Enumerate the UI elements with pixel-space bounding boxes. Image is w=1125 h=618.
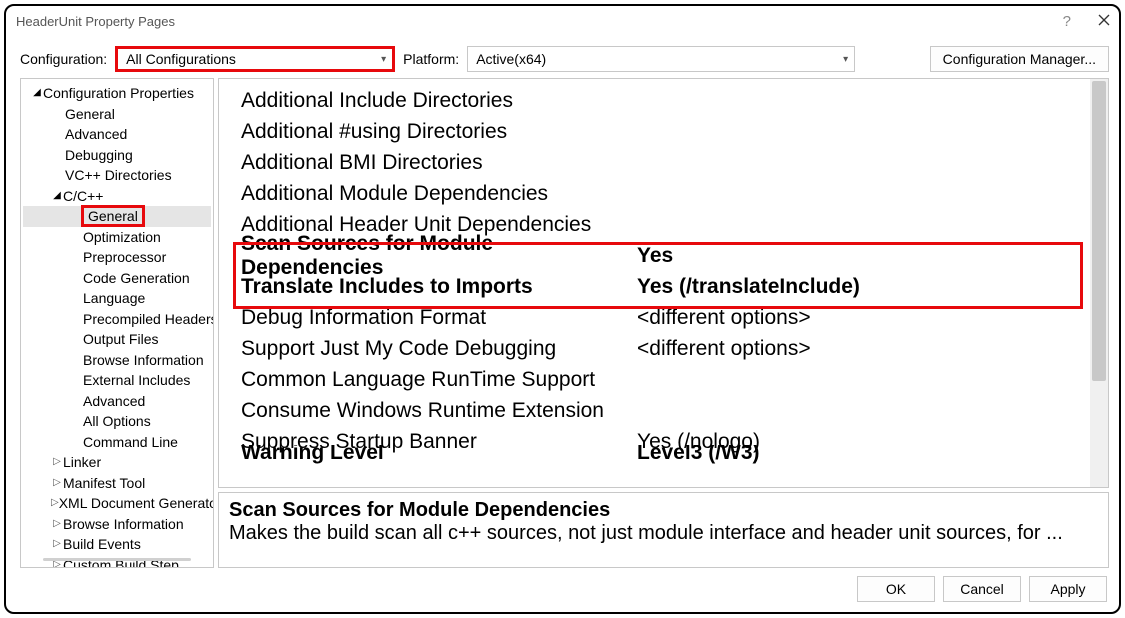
tree-item-all-options[interactable]: All Options [23, 411, 211, 432]
configuration-label: Configuration: [20, 51, 107, 67]
tree-item-browse-info[interactable]: Browse Information [23, 350, 211, 371]
property-row[interactable]: Support Just My Code Debugging<different… [219, 333, 1108, 364]
tree-item-preprocessor[interactable]: Preprocessor [23, 247, 211, 268]
tree-item-vcpp-dirs[interactable]: VC++ Directories [23, 165, 211, 186]
collapse-icon[interactable]: ◢ [51, 186, 63, 207]
expand-icon[interactable]: ▷ [51, 473, 63, 494]
tree-item-manifest[interactable]: ▷Manifest Tool [23, 473, 211, 494]
property-row[interactable]: Common Language RunTime Support [219, 364, 1108, 395]
tree-item-linker[interactable]: ▷Linker [23, 452, 211, 473]
help-icon[interactable]: ? [1063, 13, 1071, 30]
property-name: Additional Include Directories [241, 89, 637, 113]
property-row[interactable]: Additional Include Directories [219, 85, 1108, 116]
property-name: Support Just My Code Debugging [241, 337, 637, 361]
tree-panel: ◢ Configuration Properties General Advan… [20, 78, 214, 568]
property-value[interactable]: <different options> [637, 306, 1108, 330]
tree-item-command-line[interactable]: Command Line [23, 432, 211, 453]
collapse-icon[interactable]: ◢ [31, 83, 43, 104]
property-name: Debug Information Format [241, 306, 637, 330]
tree-item-general[interactable]: General [23, 104, 211, 125]
property-name: Warning Level [241, 445, 637, 465]
tree-label: Configuration Properties [43, 83, 194, 104]
ok-button[interactable]: OK [857, 576, 935, 602]
platform-value: Active(x64) [476, 51, 546, 67]
tree-item-optimization[interactable]: Optimization [23, 227, 211, 248]
tree-label: C/C++ [63, 186, 103, 207]
property-value[interactable]: Yes (/translateInclude) [637, 275, 1108, 299]
expand-icon[interactable]: ▷ [51, 534, 63, 555]
platform-label: Platform: [403, 51, 459, 67]
toolbar: Configuration: All Configurations ▾ Plat… [6, 36, 1119, 78]
tree-item-precompiled[interactable]: Precompiled Headers [23, 309, 211, 330]
tree-item-custom-build[interactable]: ▷Custom Build Step [23, 555, 211, 569]
close-icon[interactable] [1097, 13, 1111, 30]
cancel-button[interactable]: Cancel [943, 576, 1021, 602]
description-title: Scan Sources for Module Dependencies [229, 499, 1098, 522]
window-title: HeaderUnit Property Pages [16, 14, 175, 29]
property-value[interactable]: <different options> [637, 337, 1108, 361]
tree-item-ccpp-general[interactable]: General [23, 206, 211, 227]
chevron-down-icon: ▾ [381, 54, 386, 65]
chevron-down-icon: ▾ [843, 54, 848, 65]
property-row[interactable]: Scan Sources for Module DependenciesYes [219, 240, 1108, 271]
grid-scrollbar[interactable] [1090, 79, 1108, 487]
property-value[interactable]: Level3 (/W3) [637, 445, 1108, 465]
description-panel: Scan Sources for Module Dependencies Mak… [218, 492, 1109, 568]
body: ◢ Configuration Properties General Advan… [6, 78, 1119, 568]
property-pages-window: HeaderUnit Property Pages ? Configuratio… [4, 4, 1121, 614]
property-name: Additional Module Dependencies [241, 182, 637, 206]
property-grid: Additional Include Directories Additional… [218, 78, 1109, 488]
expand-icon[interactable]: ▷ [51, 493, 59, 514]
property-value[interactable]: Yes [637, 244, 1108, 268]
tree-scrollbar[interactable] [43, 558, 191, 561]
grid-wrap: Additional Include Directories Additional… [218, 78, 1109, 568]
tree-item-external-inc[interactable]: External Includes [23, 370, 211, 391]
tree-item-debugging[interactable]: Debugging [23, 145, 211, 166]
property-row[interactable]: Translate Includes to ImportsYes (/trans… [219, 271, 1108, 302]
tree-root[interactable]: ◢ Configuration Properties [23, 83, 211, 104]
tree-item-browse[interactable]: ▷Browse Information [23, 514, 211, 535]
expand-icon[interactable]: ▷ [51, 555, 63, 569]
tree-item-build-events[interactable]: ▷Build Events [23, 534, 211, 555]
configuration-manager-button[interactable]: Configuration Manager... [930, 46, 1109, 72]
property-row[interactable]: Warning LevelLevel3 (/W3) [219, 445, 1108, 465]
configuration-dropdown[interactable]: All Configurations ▾ [115, 46, 395, 72]
property-row[interactable]: Additional #using Directories [219, 116, 1108, 147]
platform-dropdown[interactable]: Active(x64) ▾ [467, 46, 855, 72]
titlebar: HeaderUnit Property Pages ? [6, 6, 1119, 36]
property-row[interactable]: Debug Information Format<different optio… [219, 302, 1108, 333]
property-row[interactable]: Consume Windows Runtime Extension [219, 395, 1108, 426]
tree-item-output-files[interactable]: Output Files [23, 329, 211, 350]
apply-button[interactable]: Apply [1029, 576, 1107, 602]
tree-item-xmldoc[interactable]: ▷XML Document Generator [23, 493, 211, 514]
property-name: Additional #using Directories [241, 120, 637, 144]
property-name: Scan Sources for Module Dependencies [241, 232, 637, 280]
property-name: Common Language RunTime Support [241, 368, 637, 392]
expand-icon[interactable]: ▷ [51, 452, 63, 473]
expand-icon[interactable]: ▷ [51, 514, 63, 535]
property-name: Additional BMI Directories [241, 151, 637, 175]
tree-item-code-generation[interactable]: Code Generation [23, 268, 211, 289]
tree-item-language[interactable]: Language [23, 288, 211, 309]
scrollbar-thumb[interactable] [1092, 81, 1106, 381]
description-text: Makes the build scan all c++ sources, no… [229, 522, 1098, 545]
property-row[interactable]: Additional BMI Directories [219, 147, 1108, 178]
tree-item-advanced2[interactable]: Advanced [23, 391, 211, 412]
property-row[interactable]: Additional Module Dependencies [219, 178, 1108, 209]
configuration-value: All Configurations [126, 51, 236, 67]
property-name: Consume Windows Runtime Extension [241, 399, 637, 423]
tree-item-ccpp[interactable]: ◢ C/C++ [23, 186, 211, 207]
footer: OK Cancel Apply [6, 568, 1119, 612]
property-name: Translate Includes to Imports [241, 275, 637, 299]
tree-item-advanced[interactable]: Advanced [23, 124, 211, 145]
